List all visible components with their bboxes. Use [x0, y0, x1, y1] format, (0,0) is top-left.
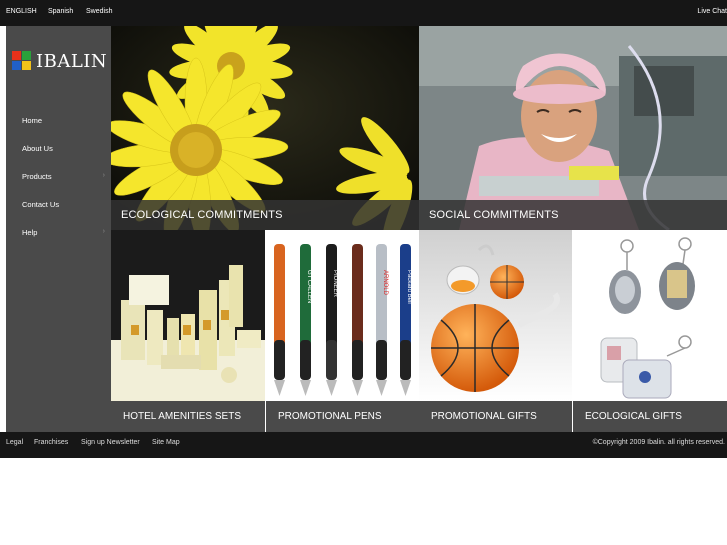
nav-label: Home [22, 116, 43, 125]
nav-label: About Us [22, 144, 53, 153]
ecological-commitments-caption: ECOLOGICAL COMMITMENTS [121, 209, 283, 221]
ecological-gifts-tile[interactable]: ECOLOGICAL GIFTS [573, 401, 727, 432]
hotel-amenities-tile[interactable]: HOTEL AMENITIES SETS [111, 401, 265, 432]
top-bar: ENGLISH Spanish Swedish Live Chat [0, 0, 727, 26]
pen-brand-1: GT CALLEN [306, 270, 312, 303]
chevron-right-icon: › [102, 172, 105, 179]
promotional-pens-image[interactable]: GT CALLEN PIONEER ARNOLD Packard Bell [266, 230, 419, 401]
footer-link-legal[interactable]: Legal [6, 439, 23, 446]
nav-item-products[interactable]: Products › [6, 168, 111, 186]
logo[interactable]: IBALIN [6, 26, 110, 98]
caption-bar: ECOLOGICAL COMMITMENTS [111, 200, 419, 230]
promotional-gifts-image[interactable] [419, 230, 572, 401]
logo-windows-icon [12, 51, 32, 71]
nav-label: Contact Us [22, 200, 60, 209]
pen-brand-4: Packard Bell [406, 270, 412, 304]
language-spanish-link[interactable]: Spanish [48, 8, 73, 15]
nav-item-about-us[interactable]: About Us [6, 140, 111, 158]
ecological-gifts-caption: ECOLOGICAL GIFTS [585, 411, 682, 422]
hotel-amenities-caption: HOTEL AMENITIES SETS [123, 411, 241, 422]
social-commitments-banner[interactable]: SOCIAL COMMITMENTS [419, 26, 727, 230]
promotional-pens-caption: PROMOTIONAL PENS [278, 411, 382, 422]
nav-label: Products [22, 172, 52, 181]
footer-link-newsletter[interactable]: Sign up Newsletter [81, 439, 140, 446]
caption-bar: SOCIAL COMMITMENTS [419, 200, 727, 230]
nav-item-contact-us[interactable]: Contact Us [6, 196, 111, 214]
hotel-amenities-image[interactable] [111, 230, 265, 401]
nav-label: Help [22, 228, 38, 237]
pen-brand-3: ARNOLD [382, 270, 388, 296]
nav-item-home[interactable]: Home [6, 112, 111, 130]
promotional-gifts-caption: PROMOTIONAL GIFTS [431, 411, 537, 422]
promotional-pens-tile[interactable]: PROMOTIONAL PENS [266, 401, 419, 432]
language-english-link[interactable]: ENGLISH [6, 8, 37, 15]
promotional-gifts-tile[interactable]: PROMOTIONAL GIFTS [419, 401, 572, 432]
nav-item-help[interactable]: Help › [6, 224, 111, 242]
ecological-gifts-image[interactable] [573, 230, 727, 401]
live-chat-link[interactable]: Live Chat [697, 8, 727, 15]
footer-link-site-map[interactable]: Site Map [152, 439, 180, 446]
language-swedish-link[interactable]: Swedish [86, 8, 112, 15]
chevron-right-icon: › [102, 228, 105, 235]
footer: Legal Franchises Sign up Newsletter Site… [0, 432, 727, 458]
ecological-commitments-banner[interactable]: ECOLOGICAL COMMITMENTS [111, 26, 419, 230]
copyright-text: ©Copyright 2009 Ibalin. all rights reser… [592, 439, 725, 446]
pen-brand-2: PIONEER [332, 270, 338, 298]
social-commitments-caption: SOCIAL COMMITMENTS [429, 209, 559, 221]
logo-text: IBALIN [36, 51, 108, 72]
footer-link-franchises[interactable]: Franchises [34, 439, 68, 446]
